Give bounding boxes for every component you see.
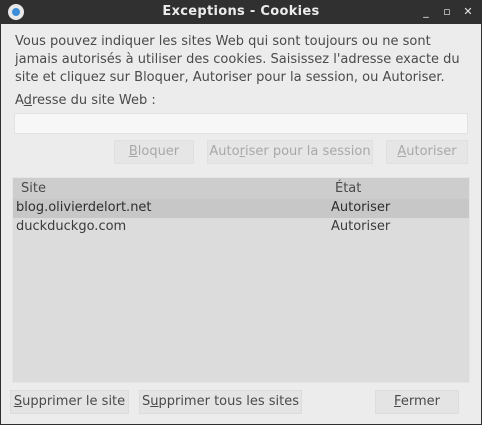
allow-button[interactable]: Autoriser [386,140,468,164]
remove-all-sites-button[interactable]: Supprimer tous les sites [139,390,302,414]
table-row[interactable]: duckduckgo.com Autoriser [13,218,469,237]
column-header-state[interactable]: État [335,181,361,196]
row-site: duckduckgo.com [16,219,127,234]
table-header: Site État [13,178,469,199]
site-address-label: Adresse du site Web : [15,93,156,108]
site-address-input[interactable] [14,113,468,134]
row-site: blog.olivierdelort.net [16,200,152,215]
exceptions-dialog: Exceptions - Cookies _ ▫ ✕ Vous pouvez i… [0,0,482,425]
minimize-icon[interactable]: _ [418,4,434,20]
remove-site-button[interactable]: Supprimer le site [10,390,129,414]
close-button[interactable]: Fermer [375,390,459,414]
window-title: Exceptions - Cookies [162,4,320,19]
table-row[interactable]: blog.olivierdelort.net Autoriser [13,199,469,218]
maximize-icon[interactable]: ▫ [439,4,455,20]
dialog-body: Vous pouvez indiquer les sites Web qui s… [1,24,481,424]
column-header-site[interactable]: Site [21,181,46,196]
row-state: Autoriser [331,219,391,234]
allow-session-button[interactable]: Autoriser pour la session [207,140,373,164]
block-button[interactable]: Bloquer [114,140,194,164]
exceptions-table[interactable]: Site État blog.olivierdelort.net Autoris… [12,177,470,383]
close-icon[interactable]: ✕ [460,4,476,20]
description-text: Vous pouvez indiquer les sites Web qui s… [15,34,460,85]
title-bar[interactable]: Exceptions - Cookies _ ▫ ✕ [0,0,482,24]
row-state: Autoriser [331,200,391,215]
